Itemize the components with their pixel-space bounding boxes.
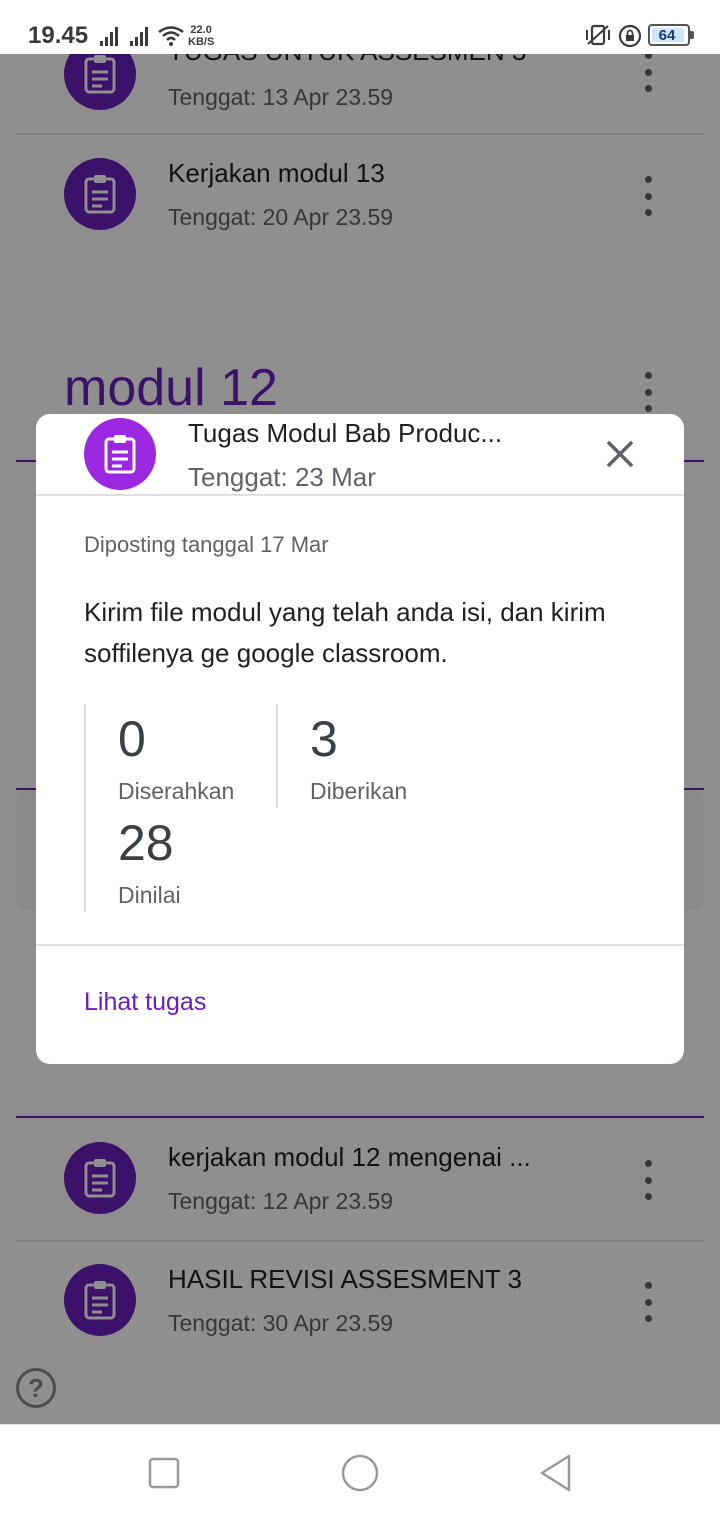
stat-value-turned-in: 0 xyxy=(118,711,146,767)
stat-value-assigned: 3 xyxy=(310,711,338,767)
dialog-title: Tugas Modul Bab Produc... xyxy=(188,418,503,448)
battery-icon: 64 xyxy=(648,24,694,46)
net-speed-unit: KB/S xyxy=(188,36,215,48)
divider xyxy=(36,494,684,496)
status-time: 19.45 xyxy=(28,22,89,49)
stat-divider xyxy=(276,704,278,808)
signal-icon xyxy=(100,27,118,46)
divider xyxy=(36,944,684,946)
stat-label-turned-in: Diserahkan xyxy=(118,778,235,804)
battery-level: 64 xyxy=(658,27,676,44)
vibrate-icon xyxy=(586,24,610,46)
assignment-dialog: Tugas Modul Bab Produc... Tenggat: 23 Ma… xyxy=(36,414,684,1064)
signal-icon xyxy=(130,27,148,46)
stat-label-graded: Dinilai xyxy=(118,882,181,908)
stat-value-graded: 28 xyxy=(118,815,174,871)
stat-divider xyxy=(84,704,86,912)
wifi-icon xyxy=(158,26,184,46)
status-bar: 19.45 22.0 KB/S 64 xyxy=(0,0,720,54)
posted-date: Diposting tanggal 17 Mar xyxy=(84,532,329,557)
recent-apps-icon[interactable] xyxy=(146,1455,182,1491)
back-icon[interactable] xyxy=(536,1453,576,1493)
net-speed-value: 22.0 xyxy=(190,24,212,36)
home-icon[interactable] xyxy=(340,1453,380,1493)
assignment-icon xyxy=(84,418,156,490)
net-speed: 22.0 KB/S xyxy=(188,24,214,48)
battery-tip xyxy=(690,31,694,39)
assignment-description: Kirim file modul yang telah anda isi, da… xyxy=(84,597,606,668)
system-nav-bar xyxy=(0,1424,720,1520)
rotation-lock-icon xyxy=(618,24,642,48)
dialog-due: Tenggat: 23 Mar xyxy=(188,462,376,492)
close-icon[interactable] xyxy=(602,436,638,472)
view-assignment-button[interactable]: Lihat tugas xyxy=(84,988,206,1017)
stat-label-assigned: Diberikan xyxy=(310,778,408,804)
